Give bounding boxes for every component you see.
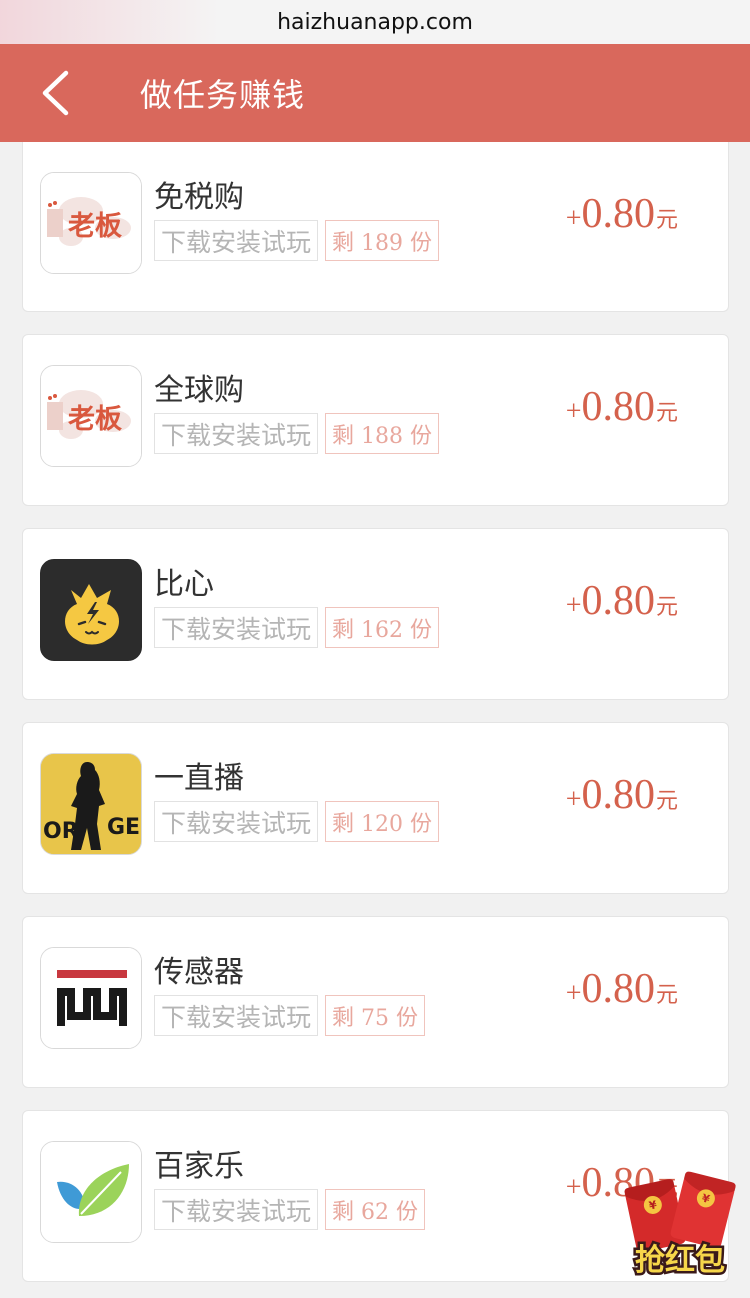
- app-name: 比心: [154, 567, 214, 602]
- task-card[interactable]: 老板 全球购 下载安装试玩 剩 188 份 + 0.80 元: [22, 334, 729, 506]
- reward-plus: +: [565, 203, 582, 234]
- reward-unit: 元: [655, 207, 678, 232]
- app-header: 做任务赚钱: [0, 44, 750, 142]
- task-card[interactable]: OR GE 一直播 下载安装试玩 剩 120 份 + 0.80 元: [22, 722, 729, 894]
- orange-logo-icon: OR GE: [40, 753, 142, 855]
- remaining-count-tag: 剩 162 份: [325, 607, 439, 648]
- task-tags: 下载安装试玩 剩 62 份: [154, 1189, 425, 1230]
- sensor-logo-icon: [40, 947, 142, 1049]
- task-card[interactable]: 传感器 下载安装试玩 剩 75 份 + 0.80 元: [22, 916, 729, 1088]
- reward-value: 0.80: [581, 966, 655, 1012]
- svg-text:老板: 老板: [68, 404, 122, 435]
- reward-unit: 元: [655, 400, 678, 425]
- remaining-count-tag: 剩 189 份: [325, 220, 439, 261]
- reward-unit: 元: [655, 982, 678, 1007]
- back-button[interactable]: [30, 68, 80, 118]
- task-card[interactable]: 老板 免税购 下载安装试玩 剩 189 份 + 0.80 元: [22, 142, 729, 312]
- task-tags: 下载安装试玩 剩 75 份: [154, 995, 425, 1036]
- reward-plus: +: [565, 396, 582, 427]
- task-tags: 下载安装试玩 剩 162 份: [154, 607, 439, 648]
- laoban-logo-icon: 老板: [40, 365, 142, 467]
- svg-text:老板: 老板: [68, 211, 122, 242]
- reward-amount: + 0.80 元: [566, 577, 678, 625]
- reward-amount: + 0.80 元: [566, 771, 678, 819]
- url-bar-glow: [0, 0, 220, 44]
- task-card[interactable]: 比心 下载安装试玩 剩 162 份 + 0.80 元: [22, 528, 729, 700]
- app-name: 全球购: [154, 373, 244, 408]
- task-type-tag: 下载安装试玩: [154, 801, 319, 842]
- reward-plus: +: [565, 1172, 582, 1203]
- reward-unit: 元: [655, 788, 678, 813]
- page-title: 做任务赚钱: [140, 76, 306, 114]
- task-type-tag: 下载安装试玩: [154, 1189, 319, 1230]
- browser-url-bar[interactable]: haizhuanapp.com: [0, 0, 750, 44]
- remaining-count-tag: 剩 120 份: [325, 801, 439, 842]
- reward-amount: + 0.80 元: [566, 383, 678, 431]
- reward-value: 0.80: [581, 384, 655, 430]
- laoban-logo-icon: 老板: [40, 172, 142, 274]
- bixin-logo-icon: [40, 559, 142, 661]
- reward-amount: + 0.80 元: [566, 965, 678, 1013]
- remaining-count-tag: 剩 75 份: [325, 995, 425, 1036]
- task-type-tag: 下载安装试玩: [154, 607, 319, 648]
- svg-text:GE: GE: [107, 815, 140, 840]
- app-name: 一直播: [154, 761, 244, 796]
- reward-plus: +: [565, 784, 582, 815]
- leaf-logo-icon: [40, 1141, 142, 1243]
- chevron-left-icon: [42, 70, 69, 116]
- task-type-tag: 下载安装试玩: [154, 220, 319, 261]
- reward-plus: +: [565, 978, 582, 1009]
- reward-value: 0.80: [581, 578, 655, 624]
- task-tags: 下载安装试玩 剩 188 份: [154, 413, 439, 454]
- grab-red-packet-button[interactable]: ¥ ¥ 抢红包: [623, 1170, 738, 1281]
- reward-amount: + 0.80 元: [566, 190, 678, 238]
- app-name: 免税购: [154, 180, 244, 215]
- reward-value: 0.80: [581, 772, 655, 818]
- task-type-tag: 下载安装试玩: [154, 413, 319, 454]
- remaining-count-tag: 剩 62 份: [325, 1189, 425, 1230]
- app-name: 传感器: [154, 955, 244, 990]
- url-text: haizhuanapp.com: [277, 9, 473, 35]
- task-list: 老板 免税购 下载安装试玩 剩 189 份 + 0.80 元 老板 全球购 下载…: [22, 142, 729, 1298]
- red-packet-icon: ¥ ¥ 抢红包: [624, 1171, 736, 1281]
- task-tags: 下载安装试玩 剩 189 份: [154, 220, 439, 261]
- app-name: 百家乐: [154, 1149, 244, 1184]
- reward-value: 0.80: [581, 191, 655, 237]
- svg-text:OR: OR: [43, 819, 79, 844]
- red-packet-label: 抢红包: [635, 1243, 725, 1278]
- reward-unit: 元: [655, 594, 678, 619]
- remaining-count-tag: 剩 188 份: [325, 413, 439, 454]
- task-tags: 下载安装试玩 剩 120 份: [154, 801, 439, 842]
- reward-plus: +: [565, 590, 582, 621]
- task-type-tag: 下载安装试玩: [154, 995, 319, 1036]
